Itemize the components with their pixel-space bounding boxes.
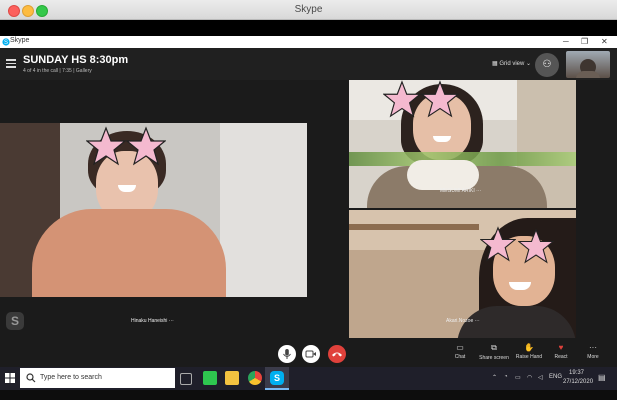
share-screen-action-label: Share screen xyxy=(479,355,509,361)
chrome-icon[interactable] xyxy=(248,371,262,385)
skype-taskbar-item[interactable]: S xyxy=(265,367,289,390)
more-action-label: More xyxy=(587,354,599,360)
more-icon: ··· xyxy=(589,343,597,352)
raise-hand-icon: ✋ xyxy=(524,343,534,352)
share-screen-icon: ⧉ xyxy=(491,343,497,352)
skype-small-icon: S xyxy=(2,38,10,46)
participant-name-hinaku: Hinaku Haneishi ··· xyxy=(131,318,174,324)
network-icon[interactable]: ◔ xyxy=(504,374,508,380)
clock-date[interactable]: 27/12/2020 xyxy=(563,379,593,385)
mac-title-bar: Skype xyxy=(0,0,617,20)
task-view-icon[interactable] xyxy=(180,373,192,385)
svg-text:S: S xyxy=(4,40,8,46)
star-sticker-icon xyxy=(421,80,459,118)
chat-action-label: Chat xyxy=(454,354,466,360)
hang-up-icon xyxy=(332,352,342,357)
skype-logo-icon: S xyxy=(6,312,24,330)
skype-window-bar: S Skype ─ ❐ ✕ xyxy=(0,36,617,48)
video-camera-icon xyxy=(305,350,316,358)
call-header: SUNDAY HS 8:30pm 4 of 4 in the call | 7:… xyxy=(0,48,617,80)
star-sticker-icon xyxy=(126,126,166,166)
bottom-strip xyxy=(0,390,617,400)
search-icon xyxy=(26,373,36,383)
heart-icon: ♥ xyxy=(558,343,564,352)
battery-icon[interactable]: ▭ xyxy=(515,374,521,381)
star-sticker-icon xyxy=(383,80,421,118)
windows-taskbar: Type here to search S ⌃ ◔ ▭ ◠ ◁ ENG 19:3… xyxy=(0,367,617,390)
file-explorer-icon[interactable] xyxy=(225,371,239,385)
call-title: SUNDAY HS 8:30pm xyxy=(23,54,129,66)
chevron-down-icon: ⌄ xyxy=(524,61,532,67)
search-placeholder: Type here to search xyxy=(40,374,102,381)
chat-icon: ▭ xyxy=(456,343,464,352)
participant-name-akari: Akari.Nozoe ··· xyxy=(446,318,480,324)
self-video-thumbnail[interactable] xyxy=(566,51,610,78)
raise-hand-action-label: Raise Hand xyxy=(515,354,543,360)
restore-button[interactable]: ❐ xyxy=(581,36,588,48)
share-screen-action[interactable]: ⧉ Share screen xyxy=(479,343,509,361)
call-controls-bar: ▭ Chat ⧉ Share screen ✋ Raise Hand ♥ Rea… xyxy=(0,338,617,365)
clock-time[interactable]: 19:37 xyxy=(569,370,584,376)
line-app-icon[interactable] xyxy=(203,371,217,385)
participant-name-megumi: MEGUMI ARIKI ··· xyxy=(440,188,482,194)
close-button[interactable]: ✕ xyxy=(601,36,608,48)
star-sticker-icon xyxy=(480,226,516,262)
more-action[interactable]: ··· More xyxy=(578,343,608,360)
skype-taskbar-icon: S xyxy=(270,371,284,385)
menu-icon[interactable] xyxy=(6,59,16,68)
black-strip xyxy=(0,20,617,36)
react-action[interactable]: ♥ React xyxy=(546,343,576,360)
volume-icon[interactable]: ◁ xyxy=(538,374,543,381)
add-person-icon: ⚇ xyxy=(542,59,552,70)
window-app-name: Skype xyxy=(10,37,30,44)
react-action-label: React xyxy=(554,354,568,360)
grid-view-button[interactable]: ▦ Grid view ⌄ xyxy=(492,60,531,67)
taskbar-search-box[interactable]: Type here to search xyxy=(20,368,175,388)
video-button[interactable] xyxy=(302,345,320,363)
mac-window-title: Skype xyxy=(294,4,323,15)
grid-view-label: Grid view xyxy=(499,61,525,67)
microphone-icon xyxy=(283,349,291,359)
minimize-button[interactable]: ─ xyxy=(563,36,569,48)
call-subtitle: 4 of 4 in the call | 7:35 | Gallery xyxy=(23,68,92,74)
chat-action[interactable]: ▭ Chat xyxy=(445,343,475,360)
microphone-button[interactable] xyxy=(278,345,296,363)
language-indicator[interactable]: ENG xyxy=(549,374,562,380)
star-sticker-icon xyxy=(518,228,554,264)
notifications-icon[interactable]: ▤ xyxy=(598,373,606,382)
windows-start-icon[interactable] xyxy=(5,373,15,383)
raise-hand-action[interactable]: ✋ Raise Hand xyxy=(514,343,544,360)
hang-up-button[interactable] xyxy=(328,345,346,363)
tray-chevron-up-icon[interactable]: ⌃ xyxy=(492,374,497,381)
star-sticker-icon xyxy=(86,126,126,166)
add-person-button[interactable]: ⚇ xyxy=(535,53,559,77)
wifi-icon[interactable]: ◠ xyxy=(527,374,532,381)
